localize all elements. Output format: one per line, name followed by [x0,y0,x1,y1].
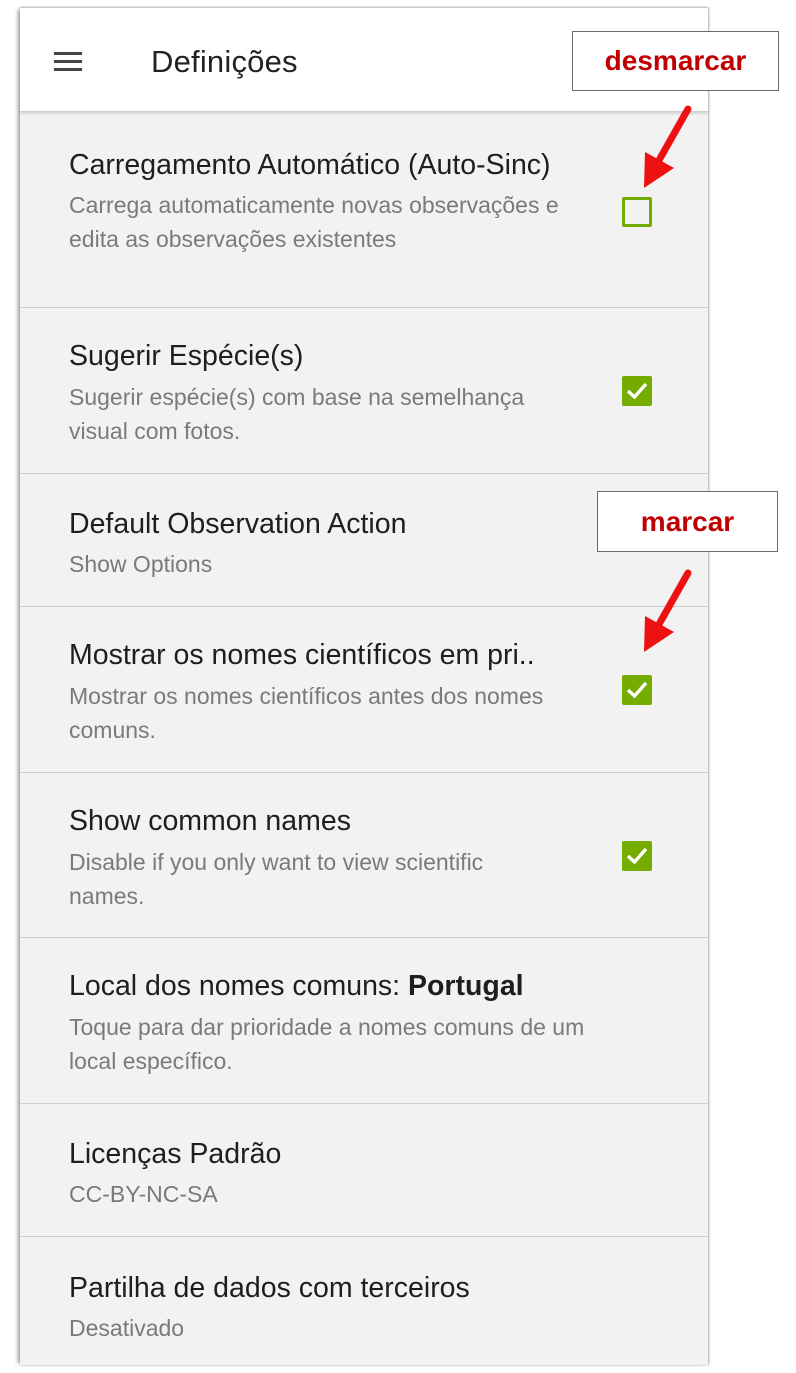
auto-sync-checkbox[interactable] [622,197,652,227]
settings-screen: Definições Carregamento Automático (Auto… [20,8,708,1365]
checkmark-icon [626,681,648,699]
setting-subtitle: Mostrar os nomes científicos antes dos n… [69,683,544,743]
setting-scientific-names-first[interactable]: Mostrar os nomes científicos em pri.. Mo… [20,607,708,773]
setting-title: Show common names [69,805,351,837]
setting-subtitle: Show Options [69,551,213,577]
annotation-arrow-icon [644,569,692,652]
setting-subtitle: Disable if you only want to view scienti… [69,849,484,909]
scientific-names-first-checkbox[interactable] [622,675,652,705]
checkmark-icon [626,847,648,865]
annotation-uncheck-label: desmarcar [572,31,779,91]
setting-subtitle: Sugerir espécie(s) com base na semelhanç… [69,384,525,444]
setting-title: Licenças Padrão [69,1138,282,1170]
setting-title: Default Observation Action [69,508,407,540]
setting-subtitle: Carrega automaticamente novas observaçõe… [69,192,559,252]
setting-show-common-names[interactable]: Show common names Disable if you only wa… [20,773,708,938]
setting-title: Partilha de dados com terceiros [69,1272,470,1304]
page-title: Definições [151,44,298,79]
setting-third-party-data-sharing[interactable]: Partilha de dados com terceiros Desativa… [20,1237,708,1365]
setting-title-prefix: Local dos nomes comuns: [69,970,409,1002]
show-common-names-checkbox[interactable] [622,841,652,871]
setting-subtitle: Toque para dar prioridade a nomes comuns… [69,1014,585,1074]
setting-default-licenses[interactable]: Licenças Padrão CC-BY-NC-SA [20,1104,708,1237]
setting-auto-sync[interactable]: Carregamento Automático (Auto-Sinc) Carr… [20,111,708,308]
setting-common-names-locale[interactable]: Local dos nomes comuns: Portugal Toque p… [20,938,708,1104]
suggest-species-checkbox[interactable] [622,376,652,406]
setting-subtitle: CC-BY-NC-SA [69,1181,218,1207]
setting-title: Carregamento Automático (Auto-Sinc) [69,149,551,181]
checkmark-icon [626,382,648,400]
setting-title: Sugerir Espécie(s) [69,340,304,372]
annotation-arrow-icon [644,105,692,188]
setting-suggest-species[interactable]: Sugerir Espécie(s) Sugerir espécie(s) co… [20,308,708,474]
locale-value: Portugal [408,970,524,1002]
setting-title: Local dos nomes comuns: Portugal [69,970,524,1003]
setting-title: Mostrar os nomes científicos em pri.. [69,639,535,671]
annotation-check-label: marcar [597,491,778,552]
setting-subtitle: Desativado [69,1315,185,1341]
hamburger-menu-icon[interactable] [54,52,82,72]
